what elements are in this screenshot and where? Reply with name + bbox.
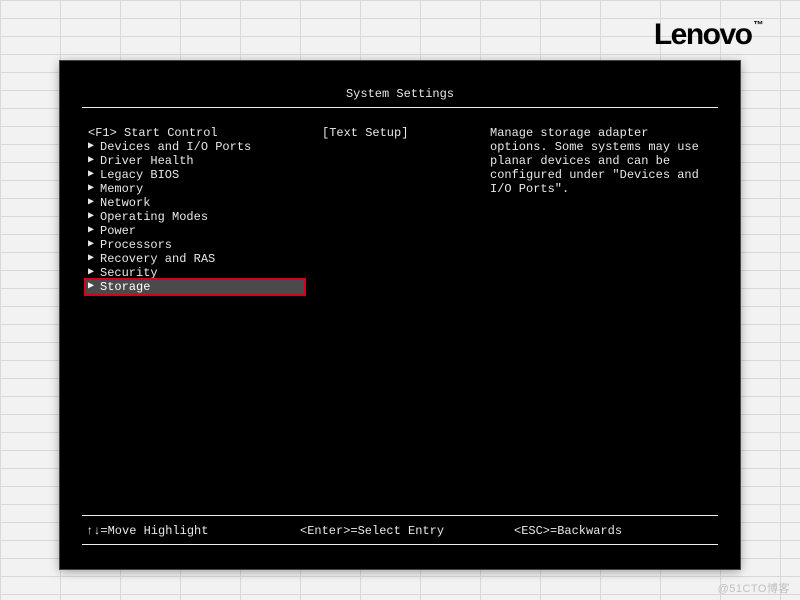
text-setup-label: [Text Setup] xyxy=(322,126,472,140)
menu-item-processors[interactable]: ▶ Processors xyxy=(86,238,304,252)
page-title: System Settings xyxy=(82,79,718,107)
center-column: [Text Setup] xyxy=(322,126,472,476)
menu-item-power[interactable]: ▶ Power xyxy=(86,224,304,238)
footer-divider-top xyxy=(82,515,718,516)
triangle-right-icon: ▶ xyxy=(88,140,100,154)
triangle-right-icon: ▶ xyxy=(88,280,100,294)
menu-item-label: Power xyxy=(100,224,136,238)
menu-item-label: Driver Health xyxy=(100,154,194,168)
hint-move-highlight: ↑↓=Move Highlight xyxy=(86,524,286,538)
menu-item-memory[interactable]: ▶ Memory xyxy=(86,182,304,196)
menu-item-label: Storage xyxy=(100,280,150,294)
content-area: <F1> Start Control ▶ Devices and I/O Por… xyxy=(82,116,718,476)
menu-item-label: Network xyxy=(100,196,150,210)
brand-name: Lenovo xyxy=(654,18,752,51)
triangle-right-icon: ▶ xyxy=(88,182,100,196)
menu-item-label: Devices and I/O Ports xyxy=(100,140,251,154)
bios-window: System Settings <F1> Start Control ▶ Dev… xyxy=(60,61,740,569)
menu-item-security[interactable]: ▶ Security xyxy=(86,266,304,280)
menu-item-storage[interactable]: ▶ Storage xyxy=(86,280,304,294)
help-text: Manage storage adapter options. Some sys… xyxy=(490,126,710,196)
help-column: Manage storage adapter options. Some sys… xyxy=(490,126,710,476)
title-divider xyxy=(82,107,718,108)
brand-tm: ™ xyxy=(754,20,763,31)
hint-backwards: <ESC>=Backwards xyxy=(514,524,714,538)
menu-item-label: Processors xyxy=(100,238,172,252)
menu-item-recovery-ras[interactable]: ▶ Recovery and RAS xyxy=(86,252,304,266)
menu-item-label: Security xyxy=(100,266,158,280)
triangle-right-icon: ▶ xyxy=(88,210,100,224)
menu-item-label: Operating Modes xyxy=(100,210,208,224)
triangle-right-icon: ▶ xyxy=(88,266,100,280)
footer-hints: ↑↓=Move Highlight <Enter>=Select Entry <… xyxy=(82,524,718,544)
menu-item-legacy-bios[interactable]: ▶ Legacy BIOS xyxy=(86,168,304,182)
brand-logo: Lenovo™ xyxy=(654,18,760,52)
menu-column: <F1> Start Control ▶ Devices and I/O Por… xyxy=(86,126,304,476)
hint-select-entry: <Enter>=Select Entry xyxy=(300,524,500,538)
f1-start-control: <F1> Start Control xyxy=(86,126,304,140)
menu-item-operating-modes[interactable]: ▶ Operating Modes xyxy=(86,210,304,224)
menu-item-label: Legacy BIOS xyxy=(100,168,179,182)
menu-item-label: Recovery and RAS xyxy=(100,252,215,266)
menu-item-network[interactable]: ▶ Network xyxy=(86,196,304,210)
triangle-right-icon: ▶ xyxy=(88,224,100,238)
triangle-right-icon: ▶ xyxy=(88,168,100,182)
triangle-right-icon: ▶ xyxy=(88,238,100,252)
menu-item-label: Memory xyxy=(100,182,143,196)
triangle-right-icon: ▶ xyxy=(88,196,100,210)
triangle-right-icon: ▶ xyxy=(88,252,100,266)
watermark: @51CTO博客 xyxy=(718,580,790,596)
menu-item-devices-io-ports[interactable]: ▶ Devices and I/O Ports xyxy=(86,140,304,154)
triangle-right-icon: ▶ xyxy=(88,154,100,168)
footer: ↑↓=Move Highlight <Enter>=Select Entry <… xyxy=(82,515,718,553)
menu-item-driver-health[interactable]: ▶ Driver Health xyxy=(86,154,304,168)
footer-divider-bottom xyxy=(82,544,718,545)
